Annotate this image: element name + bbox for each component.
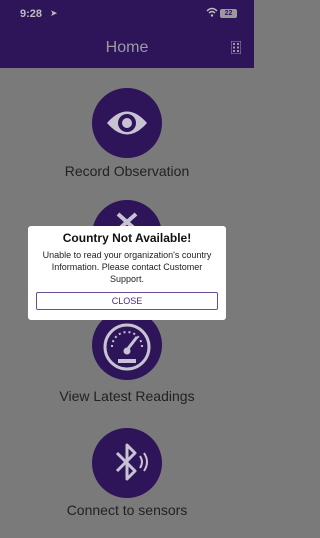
modal-overlay: Country Not Available! Unable to read yo… <box>0 0 254 538</box>
dialog-message: Unable to read your organization's count… <box>42 250 212 284</box>
country-error-dialog: Country Not Available! Unable to read yo… <box>28 226 226 320</box>
dialog-title: Country Not Available! <box>62 231 192 245</box>
close-button[interactable]: CLOSE <box>36 292 218 310</box>
